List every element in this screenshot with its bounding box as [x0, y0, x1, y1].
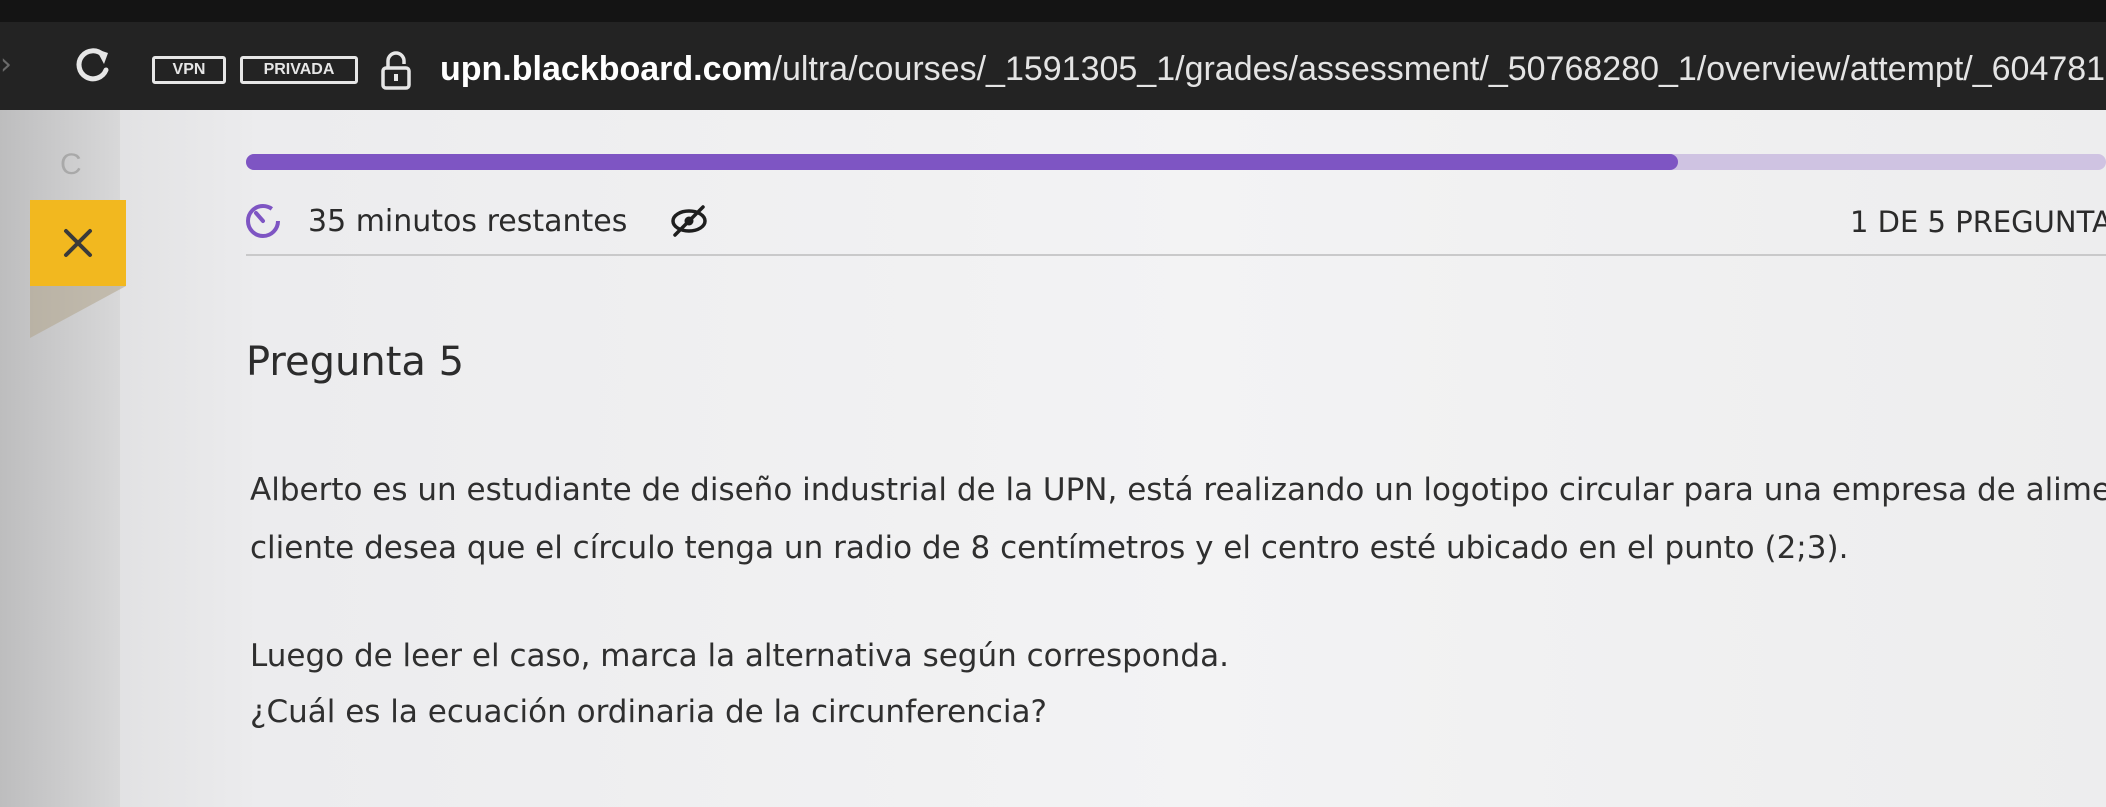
close-button-tail	[30, 286, 126, 338]
vpn-badge[interactable]: VPN	[152, 56, 226, 84]
question-title: Pregunta 5	[246, 339, 465, 385]
private-badge[interactable]: PRIVADA	[240, 56, 358, 84]
eye-off-icon	[671, 205, 707, 237]
url-host: upn.blackboard.com	[440, 50, 773, 88]
hidden-panel-letter: C	[60, 148, 82, 181]
url-path: /ultra/courses/_1591305_1/grades/assessm…	[772, 50, 2106, 88]
question-prompt: ¿Cuál es la ecuación ordinaria de la cir…	[250, 694, 1047, 730]
question-text-line: cliente desea que el círculo tenga un ra…	[250, 530, 1849, 566]
browser-top-strip	[0, 0, 2106, 22]
hide-timer-button[interactable]	[668, 203, 710, 239]
timer-icon	[243, 200, 283, 240]
header-divider	[246, 254, 2106, 256]
close-button[interactable]	[30, 200, 126, 286]
lock-icon[interactable]	[380, 50, 412, 90]
close-icon	[64, 229, 92, 257]
question-instruction: Luego de leer el caso, marca la alternat…	[250, 638, 1229, 674]
address-bar[interactable]: upn.blackboard.com/ultra/courses/_159130…	[440, 47, 2106, 91]
forward-arrow-icon[interactable]: ›	[0, 48, 34, 82]
progress-bar-fill	[246, 154, 1679, 170]
progress-bar	[246, 154, 2106, 170]
question-text-line: Alberto es un estudiante de diseño indus…	[250, 472, 2106, 508]
reload-icon[interactable]	[68, 40, 118, 90]
time-remaining: 35 minutos restantes	[308, 204, 628, 239]
question-counter: 1 DE 5 PREGUNTAS	[1850, 205, 2106, 239]
